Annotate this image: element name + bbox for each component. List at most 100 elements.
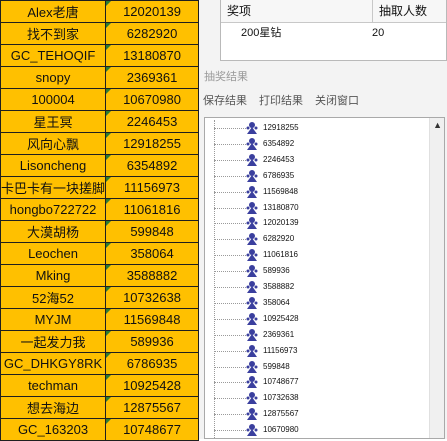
table-row[interactable]: 卡巴卡有一块搓脚 11156973: [0, 176, 199, 199]
participant-id-cell[interactable]: 599848: [105, 220, 199, 243]
print-results-button[interactable]: 打印结果: [259, 92, 303, 108]
table-row[interactable]: 一起发力我 589936: [0, 330, 199, 353]
participant-id-cell[interactable]: 358064: [105, 242, 199, 265]
participant-name-cell[interactable]: 风向心飘: [0, 132, 107, 155]
participant-id-cell[interactable]: 6786935: [105, 352, 199, 375]
spreadsheet: Alex老唐 12020139 找不到家 6282920 GC_TEHOQIF 13180…: [0, 0, 199, 441]
table-row[interactable]: Mking 3588882: [0, 264, 199, 287]
participant-name-cell[interactable]: GC_163203: [0, 418, 107, 441]
participant-id-cell[interactable]: 3588882: [105, 264, 199, 287]
participant-name-cell[interactable]: hongbo722722: [0, 198, 107, 221]
table-row[interactable]: 52海52 10732638: [0, 286, 199, 309]
result-item-label[interactable]: 10748677: [263, 377, 299, 387]
prize-node-icon: [246, 249, 258, 262]
scroll-up-arrow-icon[interactable]: ▲: [433, 120, 442, 130]
participant-id-cell[interactable]: 12918255: [105, 132, 199, 155]
participant-id-cell[interactable]: 11156973: [105, 176, 199, 199]
table-row[interactable]: GC_163203 10748677: [0, 418, 199, 441]
participant-name-cell[interactable]: 52海52: [0, 286, 107, 309]
result-item-label[interactable]: 12918255: [263, 123, 299, 133]
participant-name-cell[interactable]: MYJM: [0, 308, 107, 331]
result-item-label[interactable]: 11156973: [263, 346, 297, 356]
participant-name-cell[interactable]: Lisoncheng: [0, 154, 107, 177]
participant-name-cell[interactable]: techman: [0, 374, 107, 397]
participant-name-cell[interactable]: 想去海边: [0, 396, 107, 419]
participant-name-cell[interactable]: Leochen: [0, 242, 107, 265]
table-row[interactable]: techman 10925428: [0, 374, 199, 397]
participant-name-cell[interactable]: 大漠胡杨: [0, 220, 107, 243]
participant-name-cell[interactable]: 100004: [0, 88, 107, 111]
table-row[interactable]: 找不到家 6282920: [0, 22, 199, 45]
table-row[interactable]: snopy 2369361: [0, 66, 199, 89]
table-row[interactable]: 星王冥 2246453: [0, 110, 199, 133]
participant-name-cell[interactable]: snopy: [0, 66, 107, 89]
table-row[interactable]: Lisoncheng 6354892: [0, 154, 199, 177]
participant-id-cell[interactable]: 589936: [105, 330, 199, 353]
table-row[interactable]: hongbo722722 11061816: [0, 198, 199, 221]
participant-id-cell[interactable]: 10732638: [105, 286, 199, 309]
participant-id-cell[interactable]: 10670980: [105, 88, 199, 111]
participant-id-cell[interactable]: 2246453: [105, 110, 199, 133]
result-item-label[interactable]: 2369361: [263, 330, 294, 340]
result-item-label[interactable]: 11569848: [263, 187, 298, 197]
participant-id-cell[interactable]: 2369361: [105, 66, 199, 89]
prize-table-header: 奖项 抽取人数: [221, 0, 446, 23]
result-item-label[interactable]: 358064: [263, 298, 290, 308]
result-item-label[interactable]: 6282920: [263, 234, 294, 244]
tree-branch-line: [214, 398, 248, 400]
participant-name-cell[interactable]: Alex老唐: [0, 0, 107, 23]
participant-name-cell[interactable]: 一起发力我: [0, 330, 107, 353]
participant-id-cell[interactable]: 10925428: [105, 374, 199, 397]
table-row[interactable]: Alex老唐 12020139: [0, 0, 199, 23]
result-item-label[interactable]: 3588882: [263, 282, 294, 292]
participant-id-cell[interactable]: 6354892: [105, 154, 199, 177]
table-row[interactable]: 100004 10670980: [0, 88, 199, 111]
table-row[interactable]: 大漠胡杨 599848: [0, 220, 199, 243]
col-count-header[interactable]: 抽取人数: [373, 0, 427, 22]
result-item-label[interactable]: 10732638: [263, 393, 299, 403]
result-item-label[interactable]: 11061816: [263, 250, 298, 260]
prize-node-icon: [246, 122, 258, 134]
prize-table[interactable]: 奖项 抽取人数 200星钻 20: [220, 0, 447, 61]
result-item-label[interactable]: 12020139: [263, 218, 299, 228]
lottery-app-panel: 奖项 抽取人数 200星钻 20 抽奖结果 保存结果 打印结果 关闭窗口 129…: [199, 0, 447, 439]
table-row[interactable]: GC_DHKGY8RK 6786935: [0, 352, 199, 375]
table-row[interactable]: Leochen 358064: [0, 242, 199, 265]
participant-id-cell[interactable]: 11569848: [105, 308, 199, 331]
result-item-label[interactable]: 12875567: [263, 409, 299, 419]
participant-name-cell[interactable]: 卡巴卡有一块搓脚: [0, 176, 107, 199]
participant-id-cell[interactable]: 6282920: [105, 22, 199, 45]
result-item-label[interactable]: 6786935: [263, 171, 294, 181]
table-row[interactable]: 想去海边 12875567: [0, 396, 199, 419]
participant-id-cell[interactable]: 12020139: [105, 0, 199, 23]
result-item-label[interactable]: 599848: [263, 362, 290, 372]
prize-row[interactable]: 200星钻 20: [221, 23, 446, 43]
tree-branch-line: [214, 223, 248, 225]
result-item-label[interactable]: 6354892: [263, 139, 294, 149]
table-row[interactable]: 风向心飘 12918255: [0, 132, 199, 155]
participant-id-cell[interactable]: 13180870: [105, 44, 199, 67]
save-results-button[interactable]: 保存结果: [203, 92, 247, 108]
vertical-scrollbar[interactable]: ▲: [429, 118, 444, 438]
result-item-label[interactable]: 589936: [263, 266, 290, 276]
prize-node-icon: [246, 233, 258, 246]
table-row[interactable]: GC_TEHOQIF 13180870: [0, 44, 199, 67]
result-item-label[interactable]: 13180870: [263, 203, 299, 213]
result-item-label[interactable]: 10670980: [263, 425, 299, 435]
participant-name-cell[interactable]: 星王冥: [0, 110, 107, 133]
participant-id-cell[interactable]: 11061816: [105, 198, 199, 221]
participant-name-cell[interactable]: GC_TEHOQIF: [0, 44, 107, 67]
close-window-button[interactable]: 关闭窗口: [315, 92, 359, 108]
table-row[interactable]: MYJM 11569848: [0, 308, 199, 331]
participant-name-cell[interactable]: Mking: [0, 264, 107, 287]
participant-name-cell[interactable]: GC_DHKGY8RK: [0, 352, 107, 375]
participant-id-cell[interactable]: 10748677: [105, 418, 199, 441]
tree-branch-line: [214, 334, 248, 336]
participant-name-cell[interactable]: 找不到家: [0, 22, 107, 45]
results-tree[interactable]: 12918255 6354892 2246453 6786935 11569848 131…: [204, 117, 445, 439]
result-item-label[interactable]: 2246453: [263, 155, 294, 165]
tree-branch-line: [214, 159, 248, 161]
col-prize-header[interactable]: 奖项: [221, 0, 373, 22]
participant-id-cell[interactable]: 12875567: [105, 396, 199, 419]
result-item-label[interactable]: 10925428: [263, 314, 299, 324]
